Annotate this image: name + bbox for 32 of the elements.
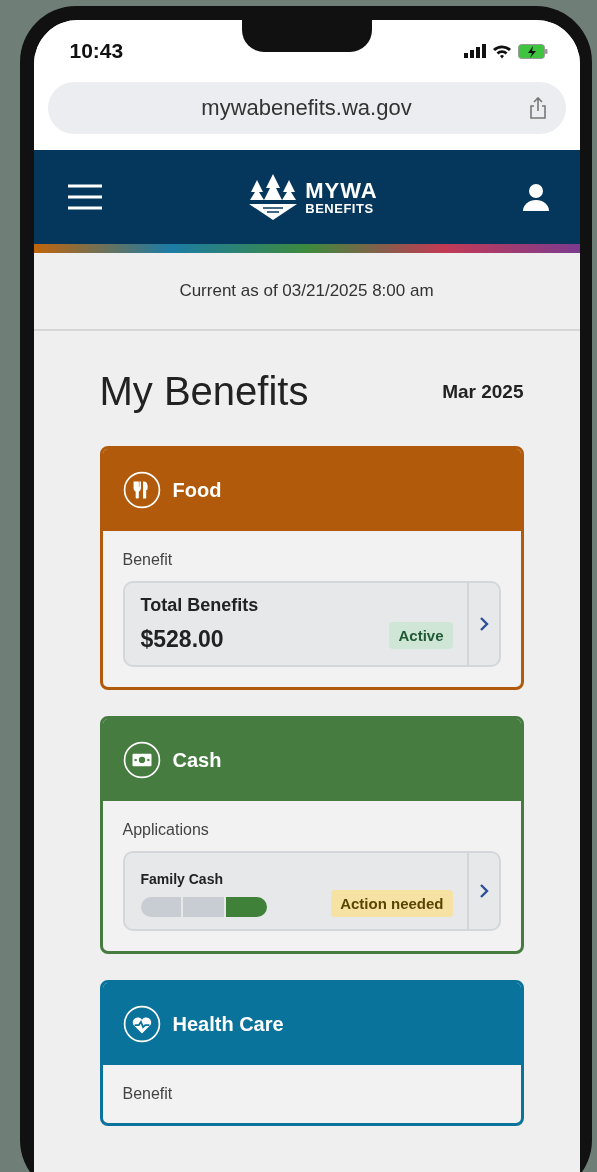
card-title: Health Care [172, 1012, 284, 1036]
benefit-row[interactable]: Family Cash Action needed [122, 851, 501, 931]
section-label: Benefit [122, 551, 174, 569]
share-icon[interactable] [527, 96, 548, 120]
signal-icon [463, 44, 486, 58]
card-title: Food [172, 478, 222, 502]
user-icon[interactable] [523, 183, 550, 211]
status-badge: Action needed [331, 890, 453, 917]
benefit-row[interactable]: Total Benefits $528.00 Active [122, 581, 501, 667]
card-title: Cash [172, 748, 222, 772]
menu-icon[interactable] [67, 184, 102, 210]
page-title: My Benefits [99, 369, 309, 414]
url-text: mywabenefits.wa.gov [201, 95, 412, 121]
chevron-right-icon [478, 883, 489, 899]
updated-text: Current as of 03/21/2025 8:00 am [179, 281, 434, 301]
banknote-icon [122, 741, 161, 779]
status-time: 10:43 [69, 39, 124, 63]
status-badge: Active [389, 622, 453, 649]
amount-text: $528.00 [140, 626, 225, 653]
logo-subtitle: BENEFITS [305, 201, 375, 215]
chevron-right-icon [478, 616, 489, 632]
logo-title: MYWA [305, 179, 378, 202]
item-label: Family Cash [140, 871, 224, 887]
battery-charging-icon [517, 43, 548, 59]
wifi-icon [491, 43, 512, 59]
address-bar[interactable]: mywabenefits.wa.gov [47, 82, 566, 134]
section-label: Applications [122, 821, 210, 839]
month-label: Mar 2025 [442, 380, 524, 403]
section-label: Benefit [122, 1085, 174, 1103]
fork-knife-icon [122, 471, 161, 509]
heart-pulse-icon [122, 1005, 161, 1043]
item-label: Total Benefits [140, 595, 259, 616]
